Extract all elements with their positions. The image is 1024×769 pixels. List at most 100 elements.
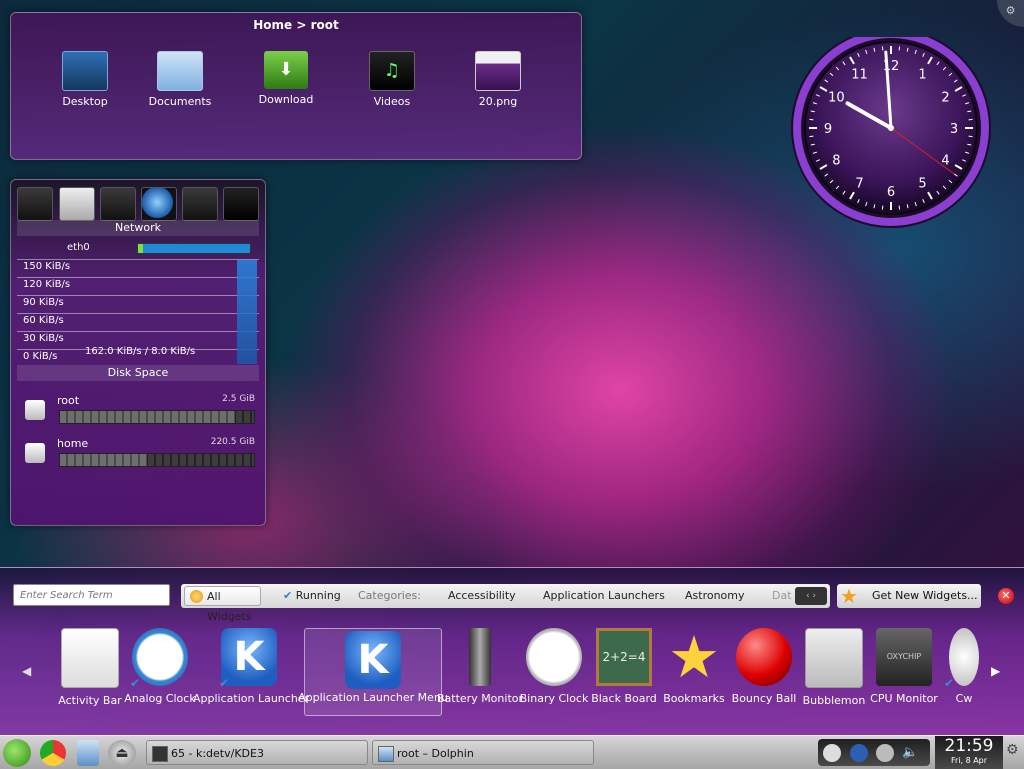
desktop-toolbox-icon[interactable]: ⚙: [997, 0, 1024, 27]
filter-all-widgets[interactable]: All Widgets: [184, 586, 261, 606]
widgets-icon: [190, 590, 203, 603]
folder-item-videos[interactable]: ♫ Videos: [352, 51, 432, 108]
clock-number: 5: [918, 177, 926, 192]
clock-number: 2: [941, 91, 949, 106]
activity-bar-icon: [61, 628, 119, 688]
folder-view-title[interactable]: Home > root: [11, 18, 581, 32]
clock-number: 3: [950, 122, 958, 137]
search-input[interactable]: Enter Search Term: [13, 584, 170, 606]
filter-running[interactable]: ✔ Running: [277, 586, 347, 606]
hard-disk-icon[interactable]: [59, 187, 95, 221]
usb-icon[interactable]: ⏏: [108, 740, 136, 766]
media-device-icon[interactable]: [100, 187, 136, 221]
digital-clock[interactable]: 21:59 Fri, 8 Apr: [935, 736, 1003, 769]
image-file-icon: [475, 51, 521, 91]
terminal-icon: [152, 746, 168, 762]
disk-name: home: [57, 437, 88, 450]
ram-icon[interactable]: [182, 187, 218, 221]
analog-clock-widget[interactable]: 121234567891011: [788, 37, 996, 233]
volume-icon[interactable]: 🔈: [902, 744, 920, 762]
disk-size: 220.5 GiB: [211, 437, 255, 447]
get-new-widgets-button[interactable]: ★ Get New Widgets...: [837, 584, 981, 608]
widget-application-launcher-menu[interactable]: K Application Launcher Menu: [304, 628, 442, 716]
running-check-icon: ✔: [219, 676, 229, 690]
disk-usage-bar: [59, 410, 255, 424]
folder-item-documents[interactable]: Documents: [140, 51, 220, 108]
network-icon[interactable]: [141, 187, 177, 221]
bubblemon-icon: [805, 628, 863, 688]
videos-folder-icon: ♫: [369, 51, 415, 91]
disk-row-home[interactable]: home 220.5 GiB: [23, 437, 259, 469]
network-graph-area: [237, 260, 257, 364]
taskbar: ⏏ 65 - k:detv/KDE3 root – Dolphin 🔈 21:5…: [0, 735, 1024, 769]
network-usage-bar: [137, 243, 251, 254]
category-application-launchers[interactable]: Application Launchers: [537, 586, 671, 606]
disk-usage-fill: [60, 454, 147, 466]
disk-row-root[interactable]: root 2.5 GiB: [23, 394, 259, 426]
category-scroll-arrows[interactable]: ‹ ›: [795, 587, 827, 605]
bluetooth-icon[interactable]: [850, 744, 868, 762]
clock-time: 21:59: [935, 736, 1003, 756]
scroll-right-arrow[interactable]: ▶: [991, 664, 1000, 678]
grid-label: 90 KiB/s: [23, 297, 64, 308]
close-button[interactable]: ✕: [998, 588, 1014, 604]
widget-analog-clock[interactable]: Analog Clock: [124, 628, 196, 705]
clock-number: 8: [832, 154, 840, 169]
disk-usage-fill: [60, 411, 235, 423]
star-icon: ★: [840, 585, 858, 607]
update-icon[interactable]: [823, 744, 841, 762]
widget-cw[interactable]: Cw: [944, 628, 984, 705]
clock-number: 11: [851, 67, 868, 82]
system-monitor-widget: Network eth0 150 KiB/s 120 KiB/s 90 KiB/…: [10, 179, 266, 526]
clock-number: 10: [828, 91, 845, 106]
disk-size: 2.5 GiB: [222, 394, 255, 404]
running-check-icon: ✔: [130, 676, 140, 690]
cpu-chip-icon[interactable]: [223, 187, 259, 221]
dolphin-icon: [378, 746, 394, 762]
bookmark-star-icon: ★: [666, 628, 722, 686]
widget-application-launcher[interactable]: K Application Launcher: [213, 628, 285, 705]
categories-label: Categories:: [352, 586, 427, 606]
clock-number: 1: [918, 67, 926, 82]
widget-cpu-monitor[interactable]: OXYCHIP CPU Monitor: [868, 628, 940, 705]
network-icon[interactable]: [876, 744, 894, 762]
clock-date: Fri, 8 Apr: [935, 756, 1003, 766]
scroll-left-arrow[interactable]: ◀: [22, 664, 31, 678]
kde-menu-icon[interactable]: [3, 739, 31, 767]
clock-number: 4: [941, 154, 949, 169]
panel-toolbox-icon[interactable]: ⚙: [1006, 742, 1020, 762]
grid-label: 60 KiB/s: [23, 315, 64, 326]
folder-item-download[interactable]: ⬇ Download: [246, 51, 326, 106]
category-astronomy[interactable]: Astronomy: [679, 586, 751, 606]
clock-number: 9: [824, 122, 832, 137]
hardware-icon[interactable]: [17, 187, 53, 221]
drive-icon: [25, 400, 45, 420]
system-tray: 🔈: [818, 739, 930, 766]
grid-label: 30 KiB/s: [23, 333, 64, 344]
download-folder-icon: ⬇: [264, 51, 308, 89]
folder-item-desktop[interactable]: Desktop: [45, 51, 125, 108]
category-dat[interactable]: Dat: [766, 586, 798, 606]
grid-label: 0 KiB/s: [23, 351, 57, 362]
interface-label: eth0: [67, 242, 90, 253]
clock-number: 6: [887, 185, 895, 200]
category-filter-bar: All Widgets ✔ Running Categories: Access…: [181, 584, 830, 608]
kde-launcher-icon: K: [221, 628, 277, 686]
blackboard-icon: 2+2=4: [596, 628, 652, 686]
task-dolphin[interactable]: root – Dolphin: [372, 740, 594, 765]
binary-clock-icon: [526, 628, 582, 686]
desktop-folder-icon: [62, 51, 108, 91]
browser-icon[interactable]: [40, 740, 66, 766]
task-konsole[interactable]: 65 - k:detv/KDE3: [146, 740, 368, 765]
disk-usage-bar: [59, 453, 255, 467]
category-accessibility[interactable]: Accessibility: [442, 586, 522, 606]
disk-space-header: Disk Space: [17, 365, 259, 381]
grid-label: 120 KiB/s: [23, 279, 70, 290]
widget-explorer: Enter Search Term All Widgets ✔ Running …: [0, 567, 1024, 736]
analog-clock-icon: [132, 628, 188, 686]
folder-view-widget: Home > root Desktop Documents ⬇ Download…: [10, 12, 582, 160]
documents-folder-icon: [157, 51, 203, 91]
file-manager-icon[interactable]: [77, 740, 99, 766]
grid-label: 150 KiB/s: [23, 261, 70, 272]
folder-item-20png[interactable]: 20.png: [458, 51, 538, 108]
